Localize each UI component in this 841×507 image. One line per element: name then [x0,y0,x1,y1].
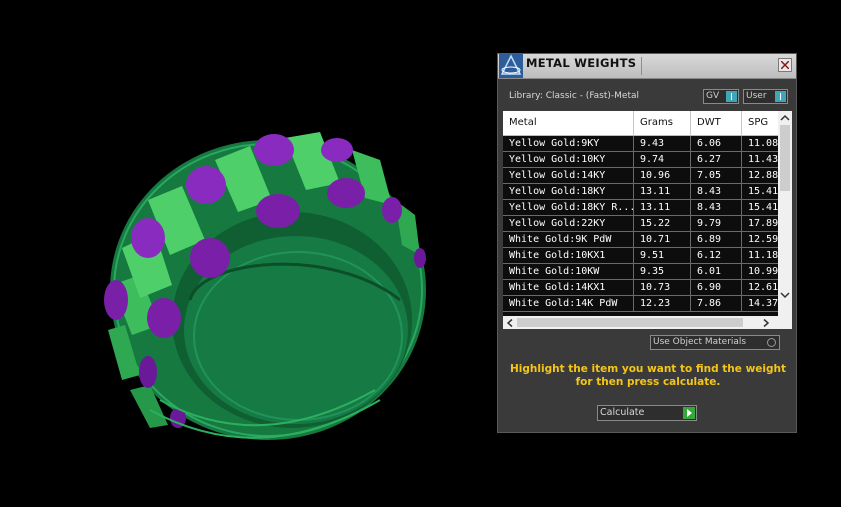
cell-spg: 11.43 [742,152,778,167]
cell-spg: 11.08 [742,136,778,151]
table-row[interactable]: White Gold:9K PdW 10.71 6.89 12.59 [503,232,778,248]
ring-3d-model[interactable] [0,0,500,507]
column-header-grams[interactable]: Grams [634,111,691,135]
instruction-text: Highlight the item you want to find the … [510,363,786,388]
cell-dwt: 6.27 [691,152,742,167]
cell-spg: 15.41 [742,184,778,199]
cell-grams: 9.35 [634,264,691,279]
metal-table: Metal Grams DWT SPG Yellow Gold:9KY 9.43… [503,111,792,329]
cell-grams: 15.22 [634,216,691,231]
cell-metal: Yellow Gold:18KY [503,184,634,199]
close-button[interactable] [778,58,792,72]
cell-dwt: 8.43 [691,200,742,215]
table-row[interactable]: Yellow Gold:10KY 9.74 6.27 11.43 [503,152,778,168]
cell-spg: 12.59 [742,232,778,247]
gv-toggle-label: GV [706,91,720,101]
cell-metal: Yellow Gold:14KY [503,168,634,183]
cell-metal: Yellow Gold:18KY R... [503,200,634,215]
title-separator [641,57,642,75]
table-row[interactable]: Yellow Gold:9KY 9.43 6.06 11.08 [503,136,778,152]
table-row[interactable]: White Gold:14K PdW 12.23 7.86 14.37 [503,296,778,312]
cell-metal: White Gold:10KW [503,264,634,279]
scroll-left-icon[interactable] [503,316,517,329]
cell-dwt: 9.79 [691,216,742,231]
column-header-spg[interactable]: SPG [742,111,782,135]
metal-weights-dialog: METAL WEIGHTS Library: Classic - (Fast)-… [497,53,797,433]
calculate-label: Calculate [600,407,645,418]
dialog-title: METAL WEIGHTS [526,56,637,70]
play-icon [683,407,695,419]
column-header-metal[interactable]: Metal [503,111,634,135]
table-row[interactable]: White Gold:10KX1 9.51 6.12 11.18 [503,248,778,264]
cell-grams: 9.74 [634,152,691,167]
cell-spg: 15.41 [742,200,778,215]
cell-grams: 13.11 [634,200,691,215]
table-row[interactable]: Yellow Gold:18KY R... 13.11 8.43 15.41 [503,200,778,216]
cell-grams: 12.23 [634,296,691,311]
cell-grams: 10.71 [634,232,691,247]
scroll-up-icon[interactable] [778,111,792,125]
cell-grams: 13.11 [634,184,691,199]
cell-spg: 17.89 [742,216,778,231]
cell-grams: 9.43 [634,136,691,151]
cell-metal: White Gold:10KX1 [503,248,634,263]
calculate-button[interactable]: Calculate [597,405,697,421]
user-toggle[interactable]: User [743,89,788,104]
cell-dwt: 6.89 [691,232,742,247]
cell-dwt: 6.90 [691,280,742,295]
horizontal-scrollbar[interactable] [503,316,792,329]
dialog-titlebar[interactable]: METAL WEIGHTS [498,54,796,79]
cell-dwt: 6.01 [691,264,742,279]
table-row[interactable]: White Gold:14KX1 10.73 6.90 12.61 [503,280,778,296]
cell-dwt: 7.05 [691,168,742,183]
table-row[interactable]: Yellow Gold:22KY 15.22 9.79 17.89 [503,216,778,232]
cell-metal: White Gold:9K PdW [503,232,634,247]
vertical-scrollbar[interactable] [778,111,792,316]
toggle-on-icon [726,91,737,102]
table-body: Yellow Gold:9KY 9.43 6.06 11.08 Yellow G… [503,136,778,316]
user-toggle-label: User [746,91,767,101]
rhino-matrix-logo-icon [499,54,523,78]
scroll-right-icon[interactable] [759,316,773,329]
table-header: Metal Grams DWT SPG [503,111,782,136]
radio-circle-icon [767,338,776,347]
gv-toggle[interactable]: GV [703,89,739,104]
cell-spg: 14.37 [742,296,778,311]
cell-spg: 12.61 [742,280,778,295]
cell-metal: Yellow Gold:9KY [503,136,634,151]
table-row[interactable]: Yellow Gold:18KY 13.11 8.43 15.41 [503,184,778,200]
library-label: Library: Classic - (Fast)-Metal [509,91,640,101]
use-object-materials-label: Use Object Materials [653,337,747,347]
cell-metal: White Gold:14KX1 [503,280,634,295]
cell-metal: White Gold:14K PdW [503,296,634,311]
vertical-scroll-thumb[interactable] [780,125,790,191]
scroll-down-icon[interactable] [778,288,792,302]
close-icon [781,61,789,69]
use-object-materials-checkbox[interactable]: Use Object Materials [650,335,780,350]
toggle-on-icon [775,91,786,102]
cell-dwt: 6.12 [691,248,742,263]
cell-grams: 10.96 [634,168,691,183]
cell-spg: 12.88 [742,168,778,183]
cell-metal: Yellow Gold:10KY [503,152,634,167]
cell-grams: 9.51 [634,248,691,263]
column-header-dwt[interactable]: DWT [691,111,742,135]
cell-metal: Yellow Gold:22KY [503,216,634,231]
cell-dwt: 6.06 [691,136,742,151]
cell-spg: 11.18 [742,248,778,263]
table-row[interactable]: White Gold:10KW 9.35 6.01 10.99 [503,264,778,280]
cell-dwt: 7.86 [691,296,742,311]
cell-dwt: 8.43 [691,184,742,199]
cell-spg: 10.99 [742,264,778,279]
table-row[interactable]: Yellow Gold:14KY 10.96 7.05 12.88 [503,168,778,184]
horizontal-scroll-thumb[interactable] [517,318,743,327]
cell-grams: 10.73 [634,280,691,295]
